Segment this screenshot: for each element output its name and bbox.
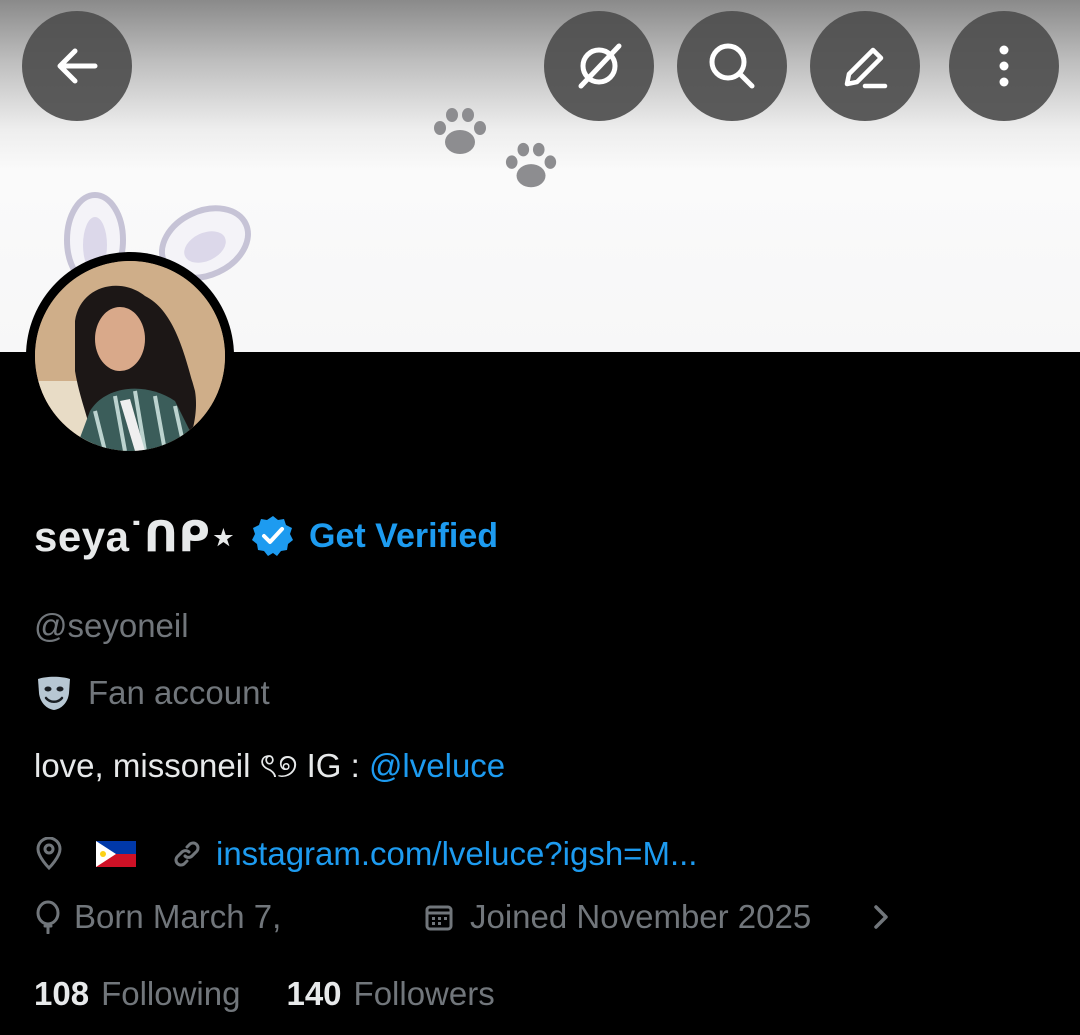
avatar-photo — [35, 261, 225, 451]
more-vertical-icon — [999, 45, 1009, 87]
bio-text: love, missoneil ৎ୭ IG : — [34, 747, 369, 784]
profile-category: Fan account — [34, 673, 270, 713]
bio-mention-link[interactable]: @lveluce — [369, 747, 505, 784]
website-link[interactable]: instagram.com/lveluce?igsh=M... — [216, 835, 697, 873]
username-handle: @seyoneil — [34, 607, 189, 644]
follow-stats: 108 Following 140 Followers — [34, 975, 495, 1013]
grok-button[interactable] — [544, 11, 654, 121]
display-name-row: seya˙ᑎᑭ⋆ Get Verified — [34, 508, 498, 564]
paw-print-icon — [505, 142, 557, 188]
birthday-text: Born March 7, — [74, 898, 282, 935]
followers-label[interactable]: Followers — [354, 975, 495, 1013]
profile-meta-location-website: instagram.com/lveluce?igsh=M... — [34, 832, 697, 876]
verified-badge-icon[interactable] — [251, 514, 295, 558]
category-label: Fan account — [88, 674, 270, 711]
edit-button[interactable] — [810, 11, 920, 121]
grok-icon — [578, 43, 622, 89]
calendar-icon — [425, 905, 453, 931]
followers-count[interactable]: 140 — [286, 975, 341, 1013]
balloon-icon — [36, 900, 60, 934]
search-button[interactable] — [677, 11, 787, 121]
chevron-right-icon[interactable] — [870, 903, 892, 931]
search-icon — [709, 43, 755, 89]
paw-print-icon — [434, 108, 486, 154]
philippines-flag — [96, 841, 136, 867]
following-count[interactable]: 108 — [34, 975, 89, 1013]
profile-bio: love, missoneil ৎ୭ IG : @lveluce — [34, 740, 505, 796]
following-label[interactable]: Following — [101, 975, 240, 1013]
profile-meta-dates: Born March 7, Joined November 2025 — [34, 895, 934, 939]
link-icon — [174, 841, 200, 867]
back-button[interactable] — [22, 11, 132, 121]
joined-date-text: Joined November 2025 — [470, 898, 812, 935]
more-button[interactable] — [949, 11, 1059, 121]
location-pin-icon — [36, 837, 62, 871]
avatar[interactable] — [26, 252, 234, 460]
display-name: seya˙ᑎᑭ⋆ — [34, 512, 238, 560]
pencil-icon — [844, 47, 888, 89]
avatar-portrait — [35, 261, 225, 451]
arrow-left-icon — [57, 48, 98, 84]
get-verified-link[interactable]: Get Verified — [309, 517, 498, 556]
theater-masks-icon — [38, 676, 70, 710]
